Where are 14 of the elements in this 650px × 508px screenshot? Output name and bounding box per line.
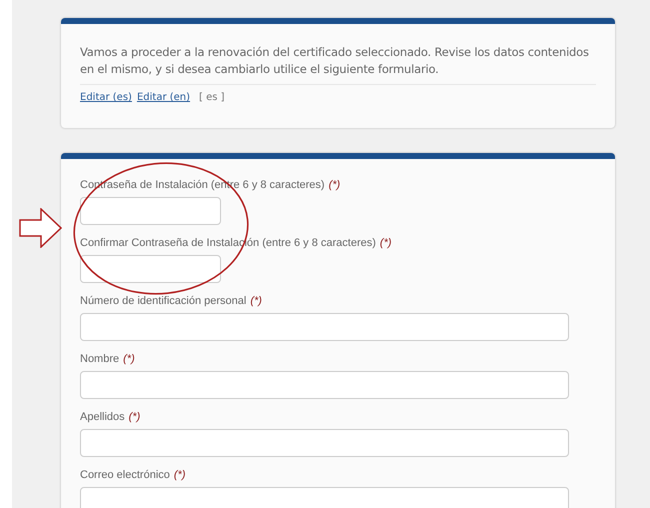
required-mark: (*) bbox=[123, 353, 135, 366]
edit-link[interactable]: Editar (es) bbox=[80, 90, 132, 105]
required-mark: (*) bbox=[128, 411, 140, 424]
language-indicator: [ es ] bbox=[199, 91, 225, 105]
required-mark: (*) bbox=[250, 295, 262, 308]
field-label: Nombre bbox=[80, 353, 120, 366]
edit-link[interactable]: Editar (en) bbox=[136, 90, 190, 105]
field-label: Apellidos bbox=[80, 411, 125, 424]
field-label: Número de identificación personal bbox=[80, 295, 246, 308]
required-mark: (*) bbox=[328, 179, 340, 192]
intro-message: Vamos a proceder a la renovación del certificado seleccionado. Revise los datos contenidos en el mismo, y si desea cambiarlo utilice el siguiente formulario. bbox=[80, 44, 590, 78]
required-mark: (*) bbox=[380, 237, 392, 250]
required-mark: (*) bbox=[174, 469, 186, 482]
field-label: Correo electrónico bbox=[80, 469, 170, 482]
